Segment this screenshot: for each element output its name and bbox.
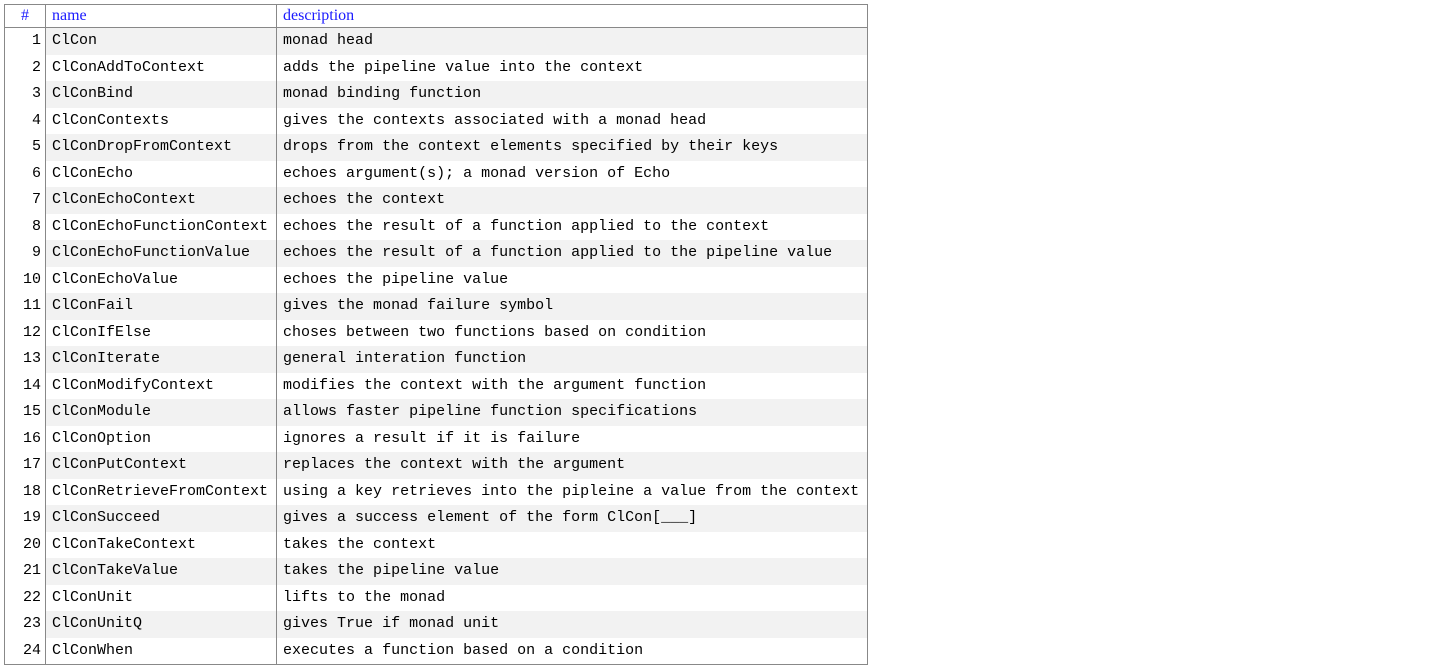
header-row: # name description <box>5 5 868 28</box>
table-row: 17ClConPutContextreplaces the context wi… <box>5 452 868 479</box>
row-description: using a key retrieves into the pipleine … <box>277 479 868 506</box>
functions-table: # name description 1ClConmonad head2ClCo… <box>4 4 868 665</box>
row-description: echoes argument(s); a monad version of E… <box>277 161 868 188</box>
row-index: 23 <box>5 611 46 638</box>
table-row: 13ClConIterategeneral interation functio… <box>5 346 868 373</box>
row-name: ClConSucceed <box>46 505 277 532</box>
table-row: 19ClConSucceedgives a success element of… <box>5 505 868 532</box>
row-name: ClConModule <box>46 399 277 426</box>
table-row: 23ClConUnitQgives True if monad unit <box>5 611 868 638</box>
row-index: 6 <box>5 161 46 188</box>
table-row: 7ClConEchoContextechoes the context <box>5 187 868 214</box>
row-index: 24 <box>5 638 46 665</box>
table-row: 6ClConEchoechoes argument(s); a monad ve… <box>5 161 868 188</box>
row-index: 19 <box>5 505 46 532</box>
row-description: adds the pipeline value into the context <box>277 55 868 82</box>
row-name: ClConTakeContext <box>46 532 277 559</box>
row-description: drops from the context elements specifie… <box>277 134 868 161</box>
table-row: 2ClConAddToContextadds the pipeline valu… <box>5 55 868 82</box>
row-index: 5 <box>5 134 46 161</box>
table-row: 5ClConDropFromContextdrops from the cont… <box>5 134 868 161</box>
table-row: 16ClConOptionignores a result if it is f… <box>5 426 868 453</box>
row-name: ClConUnitQ <box>46 611 277 638</box>
table-row: 12ClConIfElsechoses between two function… <box>5 320 868 347</box>
row-index: 7 <box>5 187 46 214</box>
table-row: 15ClConModuleallows faster pipeline func… <box>5 399 868 426</box>
row-name: ClConTakeValue <box>46 558 277 585</box>
row-name: ClConPutContext <box>46 452 277 479</box>
row-name: ClConModifyContext <box>46 373 277 400</box>
row-description: ignores a result if it is failure <box>277 426 868 453</box>
row-name: ClConFail <box>46 293 277 320</box>
row-index: 10 <box>5 267 46 294</box>
row-name: ClConAddToContext <box>46 55 277 82</box>
row-index: 20 <box>5 532 46 559</box>
table-row: 1ClConmonad head <box>5 28 868 55</box>
row-description: echoes the result of a function applied … <box>277 214 868 241</box>
row-description: echoes the pipeline value <box>277 267 868 294</box>
row-index: 4 <box>5 108 46 135</box>
table-row: 14ClConModifyContextmodifies the context… <box>5 373 868 400</box>
table-row: 9ClConEchoFunctionValueechoes the result… <box>5 240 868 267</box>
row-name: ClConWhen <box>46 638 277 665</box>
row-description: gives the monad failure symbol <box>277 293 868 320</box>
row-index: 3 <box>5 81 46 108</box>
row-name: ClConContexts <box>46 108 277 135</box>
row-description: gives the contexts associated with a mon… <box>277 108 868 135</box>
row-description: general interation function <box>277 346 868 373</box>
row-name: ClConBind <box>46 81 277 108</box>
table-row: 18ClConRetrieveFromContextusing a key re… <box>5 479 868 506</box>
row-description: takes the pipeline value <box>277 558 868 585</box>
row-name: ClConEcho <box>46 161 277 188</box>
row-index: 11 <box>5 293 46 320</box>
row-name: ClConRetrieveFromContext <box>46 479 277 506</box>
row-index: 13 <box>5 346 46 373</box>
row-index: 2 <box>5 55 46 82</box>
row-name: ClConEchoFunctionContext <box>46 214 277 241</box>
row-index: 18 <box>5 479 46 506</box>
row-name: ClConEchoFunctionValue <box>46 240 277 267</box>
row-index: 1 <box>5 28 46 55</box>
row-description: executes a function based on a condition <box>277 638 868 665</box>
header-description: description <box>277 5 868 28</box>
row-description: replaces the context with the argument <box>277 452 868 479</box>
row-description: choses between two functions based on co… <box>277 320 868 347</box>
row-description: monad binding function <box>277 81 868 108</box>
row-description: monad head <box>277 28 868 55</box>
row-description: echoes the context <box>277 187 868 214</box>
row-name: ClConIfElse <box>46 320 277 347</box>
row-description: takes the context <box>277 532 868 559</box>
row-index: 8 <box>5 214 46 241</box>
table-row: 11ClConFailgives the monad failure symbo… <box>5 293 868 320</box>
table-row: 24ClConWhenexecutes a function based on … <box>5 638 868 665</box>
table-row: 8ClConEchoFunctionContextechoes the resu… <box>5 214 868 241</box>
row-index: 15 <box>5 399 46 426</box>
row-description: gives a success element of the form ClCo… <box>277 505 868 532</box>
row-index: 9 <box>5 240 46 267</box>
table-row: 3ClConBindmonad binding function <box>5 81 868 108</box>
row-description: gives True if monad unit <box>277 611 868 638</box>
row-index: 16 <box>5 426 46 453</box>
row-name: ClConDropFromContext <box>46 134 277 161</box>
header-name: name <box>46 5 277 28</box>
row-name: ClConEchoContext <box>46 187 277 214</box>
table-row: 4ClConContextsgives the contexts associa… <box>5 108 868 135</box>
table-row: 20ClConTakeContexttakes the context <box>5 532 868 559</box>
row-description: allows faster pipeline function specific… <box>277 399 868 426</box>
table-row: 10ClConEchoValueechoes the pipeline valu… <box>5 267 868 294</box>
table-row: 21ClConTakeValuetakes the pipeline value <box>5 558 868 585</box>
row-name: ClConIterate <box>46 346 277 373</box>
row-index: 21 <box>5 558 46 585</box>
row-index: 17 <box>5 452 46 479</box>
row-index: 12 <box>5 320 46 347</box>
row-name: ClConEchoValue <box>46 267 277 294</box>
row-index: 14 <box>5 373 46 400</box>
header-index: # <box>5 5 46 28</box>
row-name: ClCon <box>46 28 277 55</box>
row-name: ClConOption <box>46 426 277 453</box>
row-description: echoes the result of a function applied … <box>277 240 868 267</box>
row-description: modifies the context with the argument f… <box>277 373 868 400</box>
